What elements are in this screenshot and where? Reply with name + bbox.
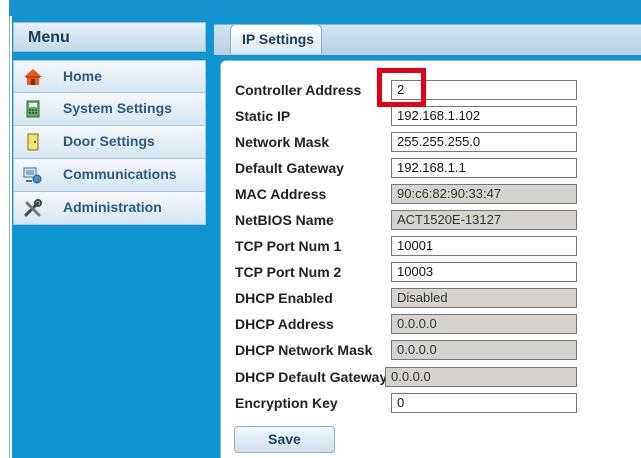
static-ip-input[interactable]: 192.168.1.102: [391, 106, 577, 126]
menu-title: Menu: [28, 29, 70, 46]
menu-item-administration[interactable]: Administration: [13, 192, 206, 225]
system-settings-icon: [26, 100, 40, 118]
menu-item-label: Communications: [63, 166, 177, 182]
save-button[interactable]: Save: [234, 426, 335, 453]
field-label: DHCP Address: [235, 316, 334, 332]
menu-item-label: Administration: [63, 199, 162, 215]
field-label: NetBIOS Name: [235, 212, 334, 228]
field-label: DHCP Network Mask: [235, 342, 373, 358]
field-label: DHCP Enabled: [235, 290, 333, 306]
dhcp-address-field: 0.0.0.0: [391, 314, 577, 334]
netbios-name-field: ACT1520E-13127: [391, 210, 577, 230]
form-row-netbios-name: NetBIOS Name ACT1520E-13127: [235, 210, 635, 230]
form-row-dhcp-address: DHCP Address 0.0.0.0: [235, 314, 635, 334]
encryption-key-input[interactable]: 0: [391, 393, 577, 413]
field-label: Encryption Key: [235, 395, 338, 411]
communications-icon: [23, 167, 42, 184]
form-row-static-ip: Static IP 192.168.1.102: [235, 106, 635, 126]
menu-item-label: System Settings: [63, 100, 172, 116]
menu-item-label: Door Settings: [63, 133, 155, 149]
field-label: Network Mask: [235, 134, 330, 150]
top-bar: [0, 0, 641, 16]
tcp-port-1-input[interactable]: 10001: [391, 236, 577, 256]
form-row-controller-address: Controller Address 2: [235, 80, 635, 100]
default-gateway-input[interactable]: 192.168.1.1: [391, 158, 577, 178]
home-icon: [24, 69, 42, 85]
tools-icon: [24, 199, 42, 217]
form-row-encryption-key: Encryption Key 0: [235, 393, 635, 413]
tab-label: IP Settings: [242, 31, 315, 47]
field-label: Default Gateway: [235, 160, 344, 176]
form-row-default-gateway: Default Gateway 192.168.1.1: [235, 158, 635, 178]
form-row-tcp-port-2: TCP Port Num 2 10003: [235, 262, 635, 282]
menu-item-home[interactable]: Home: [13, 60, 206, 93]
form-row-dhcp-default-gateway: DHCP Default Gateway 0.0.0.0: [235, 367, 635, 387]
door-icon: [27, 133, 39, 151]
menu-header: Menu: [13, 22, 206, 52]
menu-item-system-settings[interactable]: System Settings: [13, 93, 206, 126]
field-label: TCP Port Num 2: [235, 264, 342, 280]
form-row-dhcp-network-mask: DHCP Network Mask 0.0.0.0: [235, 340, 635, 360]
field-label: DHCP Default Gateway: [235, 369, 388, 385]
form-row-tcp-port-1: TCP Port Num 1 10001: [235, 236, 635, 256]
dhcp-network-mask-field: 0.0.0.0: [391, 340, 577, 360]
left-margin: [0, 0, 9, 458]
left-divider: [9, 16, 10, 458]
field-label: Controller Address: [235, 82, 362, 98]
dhcp-enabled-field: Disabled: [391, 288, 577, 308]
menu-item-label: Home: [63, 68, 102, 84]
form-row-mac-address: MAC Address 90:c6:82:90:33:47: [235, 184, 635, 204]
form-row-dhcp-enabled: DHCP Enabled Disabled: [235, 288, 635, 308]
field-label: MAC Address: [235, 186, 327, 202]
form-row-network-mask: Network Mask 255.255.255.0: [235, 132, 635, 152]
field-label: Static IP: [235, 108, 291, 124]
menu-item-door-settings[interactable]: Door Settings: [13, 126, 206, 159]
field-label: TCP Port Num 1: [235, 238, 342, 254]
tcp-port-2-input[interactable]: 10003: [391, 262, 577, 282]
dhcp-default-gateway-field: 0.0.0.0: [385, 367, 577, 387]
menu-item-communications[interactable]: Communications: [13, 159, 206, 192]
tab-ip-settings[interactable]: IP Settings: [230, 24, 322, 54]
network-mask-input[interactable]: 255.255.255.0: [391, 132, 577, 152]
mac-address-field: 90:c6:82:90:33:47: [391, 184, 577, 204]
highlight-box: [377, 68, 426, 107]
menu-list: Home System Settings Door Settings Commu…: [13, 60, 206, 225]
